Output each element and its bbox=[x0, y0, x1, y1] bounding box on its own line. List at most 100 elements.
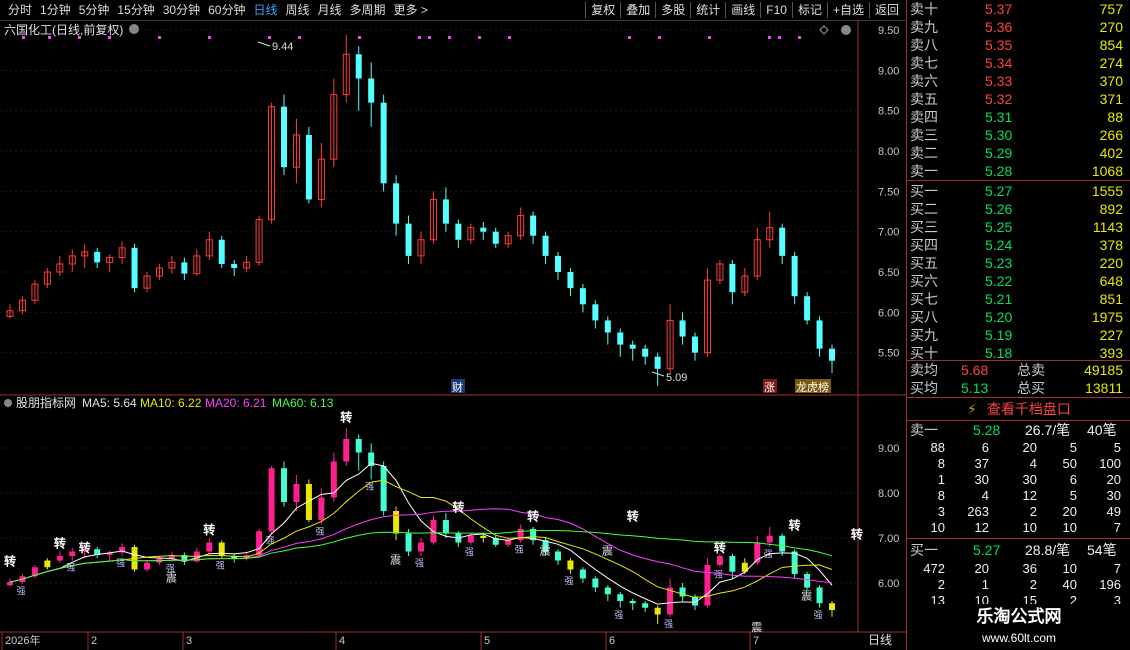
candle-body-down bbox=[567, 272, 574, 289]
signal-dot bbox=[658, 36, 661, 39]
candle-body-down bbox=[131, 247, 138, 289]
sell-queue-cell: 20 bbox=[1022, 440, 1037, 455]
sell-queue-cell: 12 bbox=[974, 520, 989, 535]
candle-body-down bbox=[829, 348, 835, 361]
y-tick-label: 7.50 bbox=[878, 186, 899, 198]
bid-level-row[interactable]: 买五 5.23 220 bbox=[907, 254, 1130, 272]
level-volume: 1555 bbox=[1091, 183, 1123, 199]
sell-queue-cell: 3 bbox=[937, 504, 945, 519]
x-tick-label: 6 bbox=[609, 635, 615, 647]
level-price: 5.20 bbox=[985, 309, 1013, 325]
indicator-options-icon[interactable] bbox=[4, 399, 12, 407]
sub-candle-body bbox=[380, 466, 387, 511]
candle-body-down bbox=[791, 255, 798, 297]
zhuan-marker: 转 bbox=[79, 540, 91, 555]
sell-queue-cell: 4 bbox=[1029, 456, 1037, 471]
bid-level-row[interactable]: 买一 5.27 1555 bbox=[907, 182, 1130, 200]
bid-level-row[interactable]: 买二 5.26 892 bbox=[907, 200, 1130, 218]
sub-y-tick-label: 7.00 bbox=[878, 533, 899, 545]
buy-queue-cell: 2 bbox=[937, 577, 945, 592]
buy-queue-cell: 1 bbox=[981, 577, 989, 592]
buy1-summary-row: 买一 5.27 28.8/笔 54笔 bbox=[910, 542, 1117, 558]
zhuan-marker: 转 bbox=[627, 509, 639, 524]
sell-queue-cell: 5 bbox=[1069, 488, 1077, 503]
qiang-marker: 强 bbox=[664, 619, 673, 630]
level-label: 买八 bbox=[910, 309, 938, 325]
zhuan-marker: 转 bbox=[789, 518, 801, 533]
level-price: 5.32 bbox=[985, 91, 1013, 107]
sub-candle-body bbox=[330, 461, 337, 498]
ask-level-row[interactable]: 卖六 5.33 370 bbox=[907, 72, 1130, 90]
zhen-marker: 震 bbox=[390, 554, 401, 567]
sell-queue-cell: 100 bbox=[1099, 456, 1121, 471]
badge-finance[interactable]: 财 bbox=[452, 380, 463, 394]
bid-level-row[interactable]: 买七 5.21 851 bbox=[907, 290, 1130, 308]
sell-queue-cell: 263 bbox=[967, 504, 989, 519]
level-label: 买三 bbox=[910, 219, 938, 235]
ask-level-row[interactable]: 卖一 5.28 1068 bbox=[907, 162, 1130, 180]
sub-candle-body bbox=[604, 587, 611, 595]
level-price: 5.31 bbox=[985, 109, 1013, 125]
avg-sell-row: 卖均 5.68 总卖 49185 bbox=[910, 362, 1123, 378]
zhuan-marker: 转 bbox=[4, 554, 16, 569]
bid-level-row[interactable]: 买四 5.24 378 bbox=[907, 236, 1130, 254]
candle-body-down bbox=[617, 332, 624, 345]
chart-area[interactable]: 六国化工(日线,前复权) 9.50 9.00 8.50 8.00 7.50 7.00 6.5… bbox=[0, 0, 906, 650]
level-label: 卖四 bbox=[910, 109, 938, 125]
qiang-marker: 强 bbox=[315, 527, 324, 538]
level-volume: 854 bbox=[1099, 37, 1123, 53]
sub-candle-body bbox=[56, 556, 63, 561]
watermark-logo: 乐淘公式网 www.60lt.com bbox=[907, 604, 1130, 650]
chart-options-icon[interactable] bbox=[129, 24, 139, 34]
level-volume: 402 bbox=[1099, 145, 1123, 161]
signal-dot bbox=[298, 36, 301, 39]
level-volume: 892 bbox=[1099, 201, 1123, 217]
sub-candle-body bbox=[716, 556, 723, 565]
candle-body-down bbox=[442, 199, 449, 224]
signal-dot bbox=[48, 36, 51, 39]
candle-body-down bbox=[368, 78, 375, 103]
bid-level-row[interactable]: 买八 5.20 1975 bbox=[907, 308, 1130, 326]
ask-level-row[interactable]: 卖五 5.32 371 bbox=[907, 90, 1130, 108]
sell-queue-cell: 10 bbox=[1062, 520, 1077, 535]
level-price: 5.37 bbox=[985, 1, 1013, 17]
ask-level-row[interactable]: 卖八 5.35 854 bbox=[907, 36, 1130, 54]
sub-candle-body bbox=[405, 533, 412, 552]
ma10-label: MA10: 6.22 bbox=[140, 396, 202, 410]
zhen-marker: 震 bbox=[602, 545, 613, 558]
ask-level-row[interactable]: 卖三 5.30 266 bbox=[907, 126, 1130, 144]
zhuan-marker: 转 bbox=[851, 527, 863, 542]
sub-candle-body bbox=[318, 497, 325, 520]
ask-level-row[interactable]: 卖七 5.34 274 bbox=[907, 54, 1130, 72]
view-thousand-level-button[interactable]: ⚡ 查看千档盘口 bbox=[907, 398, 1130, 420]
sell-queue-cell: 50 bbox=[1062, 456, 1077, 471]
zhen-marker: 震 bbox=[751, 621, 762, 634]
level-label: 卖三 bbox=[910, 127, 938, 143]
ask-level-row[interactable]: 卖九 5.36 270 bbox=[907, 18, 1130, 36]
bid-level-row[interactable]: 买三 5.25 1143 bbox=[907, 218, 1130, 236]
high-label: 9.44 bbox=[272, 41, 293, 53]
signal-dot bbox=[158, 36, 161, 39]
sub-candle-body bbox=[779, 535, 786, 552]
ask-level-row[interactable]: 卖十 5.37 757 bbox=[907, 0, 1130, 18]
buy-queue-cell: 40 bbox=[1062, 577, 1077, 592]
ask-level-row[interactable]: 卖二 5.29 402 bbox=[907, 144, 1130, 162]
ask-level-row[interactable]: 卖四 5.31 88 bbox=[907, 108, 1130, 126]
bid-level-row[interactable]: 买九 5.19 227 bbox=[907, 326, 1130, 344]
level-price: 5.28 bbox=[985, 163, 1013, 179]
bid-level-row[interactable]: 买六 5.22 648 bbox=[907, 272, 1130, 290]
sub-candle-body bbox=[281, 468, 287, 502]
signal-dot bbox=[768, 36, 771, 39]
level-label: 卖八 bbox=[910, 37, 938, 53]
avg-buy-row: 买均 5.13 总买 13811 bbox=[910, 380, 1123, 396]
badge-dragon-tiger[interactable]: 龙虎榜 bbox=[796, 380, 829, 394]
signal-dot bbox=[358, 36, 361, 39]
level-price: 5.22 bbox=[985, 273, 1013, 289]
collapse-icon[interactable] bbox=[841, 25, 851, 35]
level-volume: 227 bbox=[1099, 327, 1123, 343]
badge-rise[interactable]: 涨 bbox=[764, 381, 775, 394]
candle-body-down bbox=[604, 320, 611, 333]
sell-queue-cell: 10 bbox=[1022, 520, 1037, 535]
candle-body-down bbox=[816, 320, 823, 349]
sub-candle-body bbox=[393, 511, 400, 534]
